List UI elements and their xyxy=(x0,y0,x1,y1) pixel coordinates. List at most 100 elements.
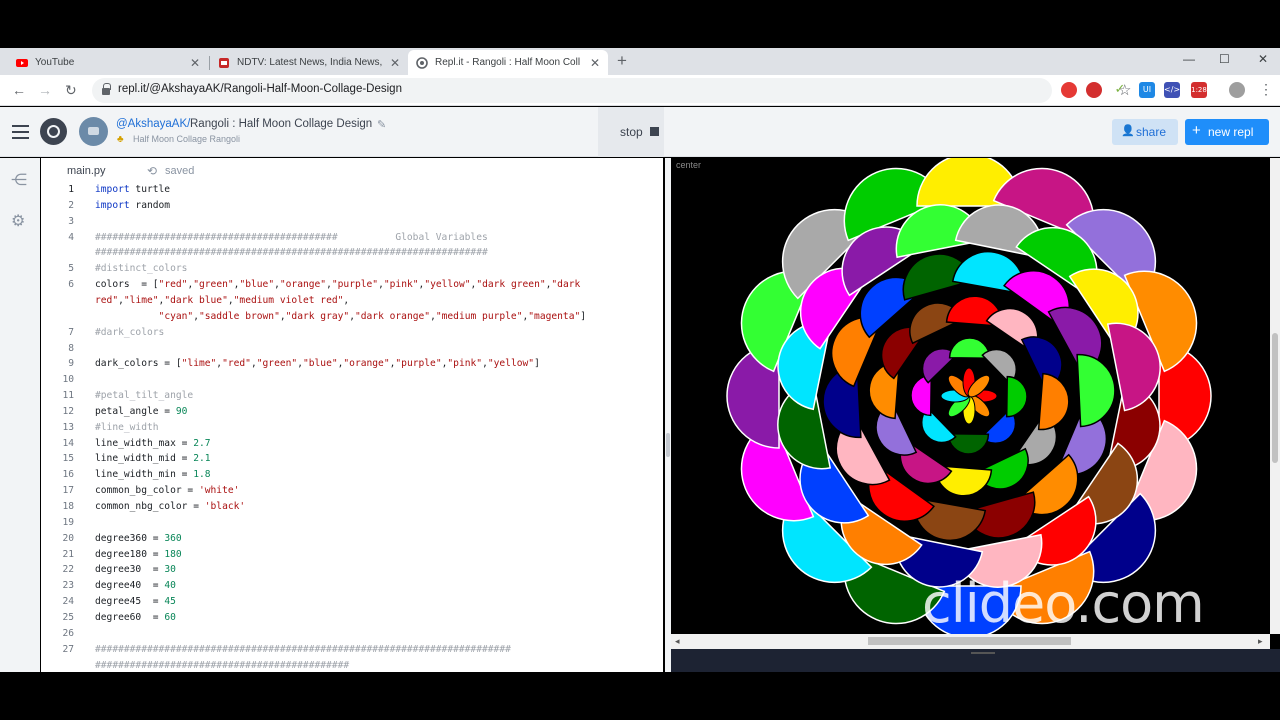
code-extension-icon[interactable]: </> xyxy=(1164,82,1180,98)
code-line[interactable]: line_width_mid = 2.1 xyxy=(95,453,211,464)
editor-scroll-thumb[interactable] xyxy=(666,433,670,457)
forward-icon[interactable]: → xyxy=(38,82,52,98)
close-tab-icon[interactable]: ✕ xyxy=(190,56,200,70)
line-number: 24 xyxy=(62,596,74,608)
recorder-extension-icon[interactable]: 1:28 xyxy=(1191,82,1207,98)
code-line[interactable]: common_nbg_color = 'black' xyxy=(95,501,245,512)
ui-extension-icon[interactable]: UI xyxy=(1139,82,1155,98)
code-line[interactable]: #petal_tilt_angle xyxy=(95,390,193,401)
code-line[interactable]: line_width_min = 1.8 xyxy=(95,469,211,480)
new-repl-button[interactable]: + new repl xyxy=(1185,119,1269,145)
line-number: 12 xyxy=(62,405,74,417)
line-number: 8 xyxy=(68,342,74,354)
code-line[interactable]: ########################################… xyxy=(95,644,511,655)
half-moon-petal xyxy=(1037,372,1070,431)
code-line[interactable]: #line_width xyxy=(95,422,159,433)
lock-icon xyxy=(102,83,111,95)
code-line[interactable]: import turtle xyxy=(95,184,170,195)
resize-grip[interactable] xyxy=(971,652,995,654)
code-line[interactable]: degree45 = 45 xyxy=(95,596,176,607)
code-line[interactable]: dark_colors = ["lime","red","green","blu… xyxy=(95,358,540,369)
scroll-right-icon[interactable]: ▸ xyxy=(1258,636,1263,647)
code-editor[interactable]: main.py ⟲ saved 1 import turtle 2 import ra… xyxy=(41,158,663,672)
extension-icon[interactable] xyxy=(1061,82,1077,98)
settings-gear-icon[interactable]: ⚙ xyxy=(11,211,25,231)
replit-logo-icon[interactable] xyxy=(40,118,67,145)
share-button[interactable]: 👤 share xyxy=(1112,119,1178,145)
code-line[interactable]: colors = ["red","green","blue","orange",… xyxy=(95,279,580,290)
code-line[interactable]: ########################################… xyxy=(95,232,488,243)
line-number: 25 xyxy=(62,611,74,623)
vertical-scroll-thumb[interactable] xyxy=(1272,333,1278,463)
hamburger-menu-icon[interactable] xyxy=(12,125,29,139)
code-line[interactable]: #distinct_colors xyxy=(95,263,187,274)
repl-description: Half Moon Collage Rangoli xyxy=(133,134,241,144)
code-line[interactable]: line_width_max = 2.7 xyxy=(95,438,211,449)
stop-label: stop xyxy=(620,125,643,139)
new-tab-icon[interactable]: + xyxy=(617,51,627,71)
code-line[interactable]: degree180 = 180 xyxy=(95,549,182,560)
profile-avatar-icon[interactable] xyxy=(1229,82,1245,98)
close-tab-icon[interactable]: ✕ xyxy=(390,56,400,70)
line-number: 1 xyxy=(68,184,74,195)
pen-extension-icon[interactable]: ✓ xyxy=(1112,82,1128,98)
back-icon[interactable]: ← xyxy=(12,82,26,98)
tab-youtube[interactable]: YouTube ✕ xyxy=(8,50,208,75)
reload-icon[interactable]: ↻ xyxy=(65,82,77,99)
line-number: 7 xyxy=(68,326,74,338)
save-status: saved xyxy=(165,165,195,177)
share-nodes-icon[interactable]: ⋲ xyxy=(11,170,27,190)
code-line[interactable]: degree60 = 60 xyxy=(95,612,176,623)
code-line[interactable]: import random xyxy=(95,200,170,211)
history-icon: ⟲ xyxy=(147,164,158,178)
adblock-icon[interactable] xyxy=(1086,82,1102,98)
new-repl-label: new repl xyxy=(1208,125,1254,139)
repl-owner-link[interactable]: @AkshayaAK/ xyxy=(116,118,190,130)
output-horizontal-scrollbar[interactable]: ◂ ▸ xyxy=(671,634,1270,649)
file-tab-main-py[interactable]: main.py xyxy=(67,165,106,177)
stop-button[interactable]: stop xyxy=(598,107,664,157)
editor-tabs: main.py ⟲ saved xyxy=(41,158,663,184)
tab-ndtv[interactable]: NDTV: Latest News, India News, ✕ xyxy=(210,50,408,75)
tab-replit[interactable]: Repl.it - Rangoli : Half Moon Coll ✕ xyxy=(408,50,608,75)
code-line[interactable]: "cyan","saddle brown","dark gray","dark … xyxy=(95,311,586,322)
browser-tab-bar: YouTube ✕ NDTV: Latest News, India News,… xyxy=(0,48,1280,75)
code-line[interactable]: #dark_colors xyxy=(95,327,164,338)
line-number: 10 xyxy=(62,374,74,386)
console-panel[interactable] xyxy=(671,649,1280,672)
code-line[interactable]: ########################################… xyxy=(95,660,349,671)
language-icon: ♣ xyxy=(117,134,124,145)
output-vertical-scrollbar[interactable] xyxy=(1270,158,1280,634)
code-line[interactable]: degree40 = 40 xyxy=(95,580,176,591)
code-line[interactable]: common_bg_color = 'white' xyxy=(95,485,239,496)
watermark: clideo.com xyxy=(922,572,1205,635)
edit-pencil-icon[interactable]: ✎ xyxy=(377,118,386,131)
letterbox-top xyxy=(0,0,1280,48)
omnibox[interactable]: repl.it/@AkshayaAK/Rangoli-Half-Moon-Col… xyxy=(92,78,1131,103)
code-line[interactable]: petal_angle = 90 xyxy=(95,406,187,417)
code-line[interactable]: ########################################… xyxy=(95,247,488,258)
ndtv-icon xyxy=(218,57,230,69)
close-tab-icon[interactable]: ✕ xyxy=(590,56,600,70)
minimize-icon[interactable]: — xyxy=(1183,52,1195,66)
code-line[interactable]: degree30 = 30 xyxy=(95,564,176,575)
code-line[interactable]: degree360 = 360 xyxy=(95,533,182,544)
line-number: 20 xyxy=(62,532,74,544)
rangoli-drawing xyxy=(726,158,1212,634)
scroll-left-icon[interactable]: ◂ xyxy=(675,636,680,647)
maximize-icon[interactable]: ☐ xyxy=(1219,52,1230,66)
code-line[interactable]: red","lime","dark blue","medium violet r… xyxy=(95,295,349,306)
tab-title: YouTube xyxy=(35,57,75,68)
close-window-icon[interactable]: ✕ xyxy=(1258,52,1268,66)
line-number: 15 xyxy=(62,453,74,465)
url-text[interactable]: repl.it/@AkshayaAK/Rangoli-Half-Moon-Col… xyxy=(118,83,402,95)
line-number: 17 xyxy=(62,485,74,497)
left-rail: ⋲ ⚙ xyxy=(0,158,40,672)
browser-menu-icon[interactable]: ⋮ xyxy=(1259,81,1273,98)
horizontal-scroll-thumb[interactable] xyxy=(868,637,1071,645)
address-toolbar: ← → ↻ repl.it/@AkshayaAK/Rangoli-Half-Mo… xyxy=(0,75,1280,106)
repl-title[interactable]: Rangoli : Half Moon Collage Design xyxy=(190,118,372,130)
line-number: 5 xyxy=(68,263,74,275)
line-number: 27 xyxy=(62,643,74,655)
user-avatar[interactable] xyxy=(79,117,108,146)
